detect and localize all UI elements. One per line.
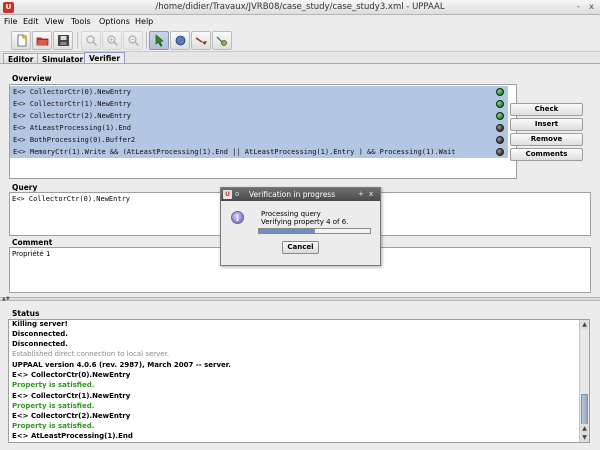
unchecked-status-icon [496, 124, 504, 132]
new-icon [17, 34, 27, 47]
status-line: UPPAAL version 4.0.6 (rev. 2987), March … [12, 361, 231, 369]
unchecked-status-icon [496, 148, 504, 156]
satisfied-status-icon [496, 112, 504, 120]
status-line: E<> CollectorCtr(1).NewEntry [12, 392, 131, 400]
overview-row[interactable]: E<> CollectorCtr(1).NewEntry [10, 98, 508, 110]
window-controls: - x [573, 1, 597, 12]
check-button[interactable]: Check [510, 103, 583, 116]
save-button[interactable] [53, 31, 73, 50]
open-button[interactable] [32, 31, 52, 50]
status-log[interactable]: Killing server! Disconnected. Disconnect… [8, 319, 590, 443]
dialog-maximize-button[interactable]: + [358, 188, 364, 201]
comment-label: Comment [12, 238, 53, 247]
status-line: E<> CollectorCtr(0).NewEntry [12, 371, 131, 379]
scroll-down-icon[interactable]: ▼ [580, 433, 589, 442]
dialog-menu-icon[interactable]: o [235, 188, 239, 201]
dialog-progress-text: Verifying property 4 of 6. [261, 218, 349, 226]
menu-help[interactable]: Help [135, 17, 153, 26]
comment-text: Propriété 1 [12, 250, 51, 258]
verification-dialog: U o Verification in progress + x i Proce… [220, 187, 381, 266]
open-icon [36, 37, 48, 46]
status-scrollbar[interactable]: ▲ ▲ ▼ [579, 320, 589, 442]
dialog-title: Verification in progress [249, 190, 336, 199]
menu-options[interactable]: Options [99, 17, 130, 26]
toolbar-separator [77, 32, 78, 49]
menu-view[interactable]: View [45, 17, 64, 26]
zoom-out-icon [127, 35, 139, 47]
status-line: E<> CollectorCtr(2).NewEntry [12, 412, 131, 420]
select-tool-button[interactable] [149, 31, 169, 50]
select-tool-icon [155, 34, 164, 47]
overview-row-text: E<> BothProcessing(0).Buffer2 [13, 136, 136, 144]
overview-row-text: E<> AtLeastProcessing(1).End [13, 124, 132, 132]
info-icon: i [231, 211, 244, 224]
verification-progress-bar [258, 228, 371, 234]
overview-row-text: E<> CollectorCtr(1).NewEntry [13, 100, 132, 108]
status-line: Killing server! [12, 320, 68, 328]
menu-tools[interactable]: Tools [71, 17, 91, 26]
menu-bar: File Edit View Tools Options Help [0, 15, 600, 29]
dialog-close-button[interactable]: x [369, 188, 373, 201]
status-line: Established direct connection to local s… [12, 350, 170, 358]
overview-row-text: E<> CollectorCtr(2).NewEntry [13, 112, 132, 120]
progress-fill [259, 229, 315, 233]
overview-row[interactable]: E<> CollectorCtr(2).NewEntry [10, 110, 508, 122]
window-title: /home/didier/Travaux/JVRB08/case_study/c… [155, 2, 445, 12]
dialog-title-bar[interactable]: U o Verification in progress + x [221, 188, 380, 201]
status-line: Property is satisfied. [12, 422, 95, 430]
scrollbar-thumb[interactable] [581, 394, 588, 426]
uppaal-app-icon: U [223, 190, 232, 199]
menu-edit[interactable]: Edit [23, 17, 39, 26]
toolbar [0, 29, 600, 52]
cancel-button[interactable]: Cancel [282, 241, 319, 254]
status-line: Property is satisfied. [12, 381, 95, 389]
status-line: Property is satisfied. [12, 402, 95, 410]
query-label: Query [12, 183, 38, 192]
menu-file[interactable]: File [4, 17, 17, 26]
status-line: E<> AtLeastProcessing(1).End [12, 432, 133, 440]
overview-row-text: E<> CollectorCtr(0).NewEntry [13, 88, 132, 96]
status-line: Disconnected. [12, 340, 68, 348]
nail-tool-button[interactable] [212, 31, 232, 50]
zoom-fit-icon [85, 35, 97, 47]
status-label: Status [12, 309, 40, 318]
minimize-button[interactable]: - [573, 1, 584, 12]
toolbar-separator [146, 32, 147, 49]
edge-tool-button[interactable] [191, 31, 211, 50]
unchecked-status-icon [496, 136, 504, 144]
save-icon [57, 35, 69, 46]
satisfied-status-icon [496, 100, 504, 108]
overview-row-text: E<> MemoryCtr(1).Write && (AtLeastProces… [13, 148, 456, 156]
overview-row[interactable]: E<> MemoryCtr(1).Write && (AtLeastProces… [10, 146, 508, 158]
zoom-in-icon [106, 35, 118, 47]
query-text: E<> CollectorCtr(0).NewEntry [12, 195, 131, 203]
overview-row[interactable]: E<> AtLeastProcessing(1).End [10, 122, 508, 134]
overview-label: Overview [12, 74, 52, 83]
insert-button[interactable]: Insert [510, 118, 583, 131]
overview-list[interactable]: E<> CollectorCtr(0).NewEntry E<> Collect… [9, 84, 517, 179]
zoom-in-button[interactable] [102, 31, 122, 50]
remove-button[interactable]: Remove [510, 133, 583, 146]
location-tool-icon [175, 35, 185, 46]
close-button[interactable]: x [586, 1, 597, 12]
edge-tool-icon [195, 37, 207, 45]
location-tool-button[interactable] [170, 31, 190, 50]
satisfied-status-icon [496, 88, 504, 96]
status-line: Disconnected. [12, 330, 68, 338]
comments-button[interactable]: Comments [510, 148, 583, 161]
status-panel: Status Killing server! Disconnected. Dis… [0, 301, 600, 450]
scroll-up-icon[interactable]: ▲ [580, 320, 589, 329]
new-button[interactable] [11, 31, 31, 50]
overview-row[interactable]: E<> CollectorCtr(0).NewEntry [10, 86, 508, 98]
zoom-out-button[interactable] [123, 31, 143, 50]
title-bar: U /home/didier/Travaux/JVRB08/case_study… [0, 0, 600, 15]
dialog-message: Processing query [261, 210, 321, 218]
overview-row[interactable]: E<> BothProcessing(0).Buffer2 [10, 134, 508, 146]
zoom-fit-button[interactable] [81, 31, 101, 50]
nail-tool-icon [216, 36, 227, 46]
scroll-up-icon[interactable]: ▲ [580, 424, 589, 433]
